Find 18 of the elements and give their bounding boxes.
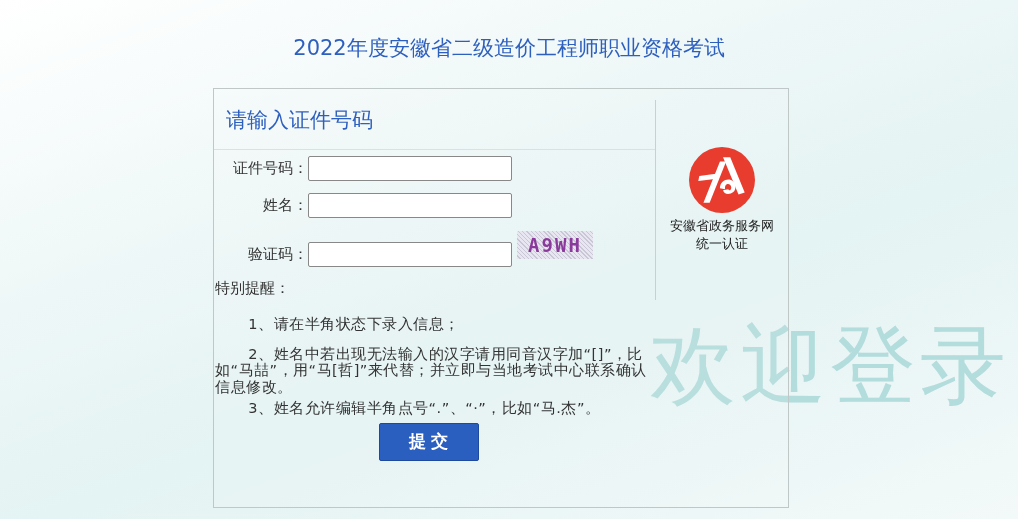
field-label: 姓名：: [262, 196, 308, 215]
input-field[interactable]: [308, 242, 512, 267]
sso-text: 统一认证: [695, 235, 749, 253]
captcha-image[interactable]: A9WH: [517, 231, 593, 259]
notice-title: 特别提醒：: [215, 279, 291, 298]
input-field[interactable]: [308, 156, 512, 181]
submit-button[interactable]: 提 交: [378, 422, 479, 461]
sso-text: 安徽省政务服务网: [670, 217, 774, 235]
unified-login-link[interactable]: 安徽省政务服务网 统一认证: [670, 100, 774, 300]
logo-icon: [689, 147, 755, 213]
field-label: 验证码：: [247, 245, 308, 264]
notice-text: 3、姓名允许编辑半角点号“.”、“·”，比如“马.杰”。: [247, 400, 602, 417]
page-title: 2022年度安徽省二级造价工程师职业资格考试: [293, 35, 725, 62]
field-label: 证件号码：: [232, 159, 308, 178]
notice-text: 2、姓名中若出现无法输入的汉字请用同音汉字加“[]”，比如“马喆”，用“马[哲]”来代替；并立即与当地考试中心联系确认信息修改。: [215, 345, 648, 395]
input-field[interactable]: [308, 193, 512, 218]
notice-text: 1、请在半角状态下录入信息；: [247, 316, 461, 333]
form-heading: 请输入证件号码: [214, 100, 655, 150]
